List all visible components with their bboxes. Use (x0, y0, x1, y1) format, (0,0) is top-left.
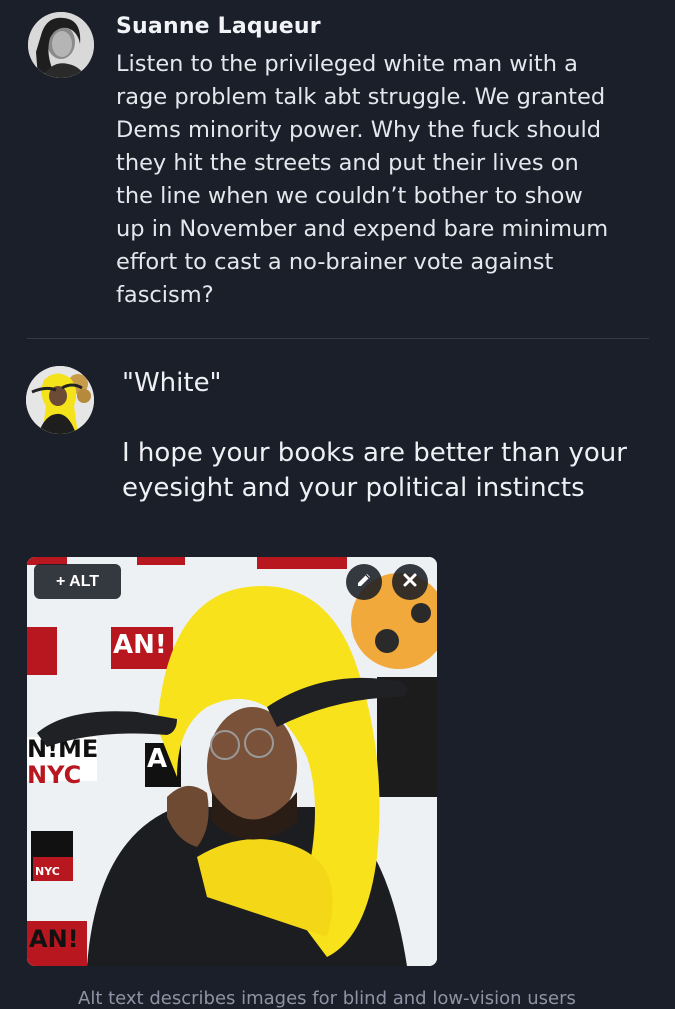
svg-text:NYC: NYC (35, 865, 60, 878)
reply-text-input[interactable]: "White" I hope your books are better tha… (122, 366, 662, 506)
svg-text:A: A (147, 744, 167, 774)
remove-image-button[interactable] (392, 564, 428, 600)
user-avatar (26, 366, 94, 434)
attached-image[interactable]: AN! N!ME NYC A NYC AN! + ALT (27, 557, 437, 966)
svg-text:AN!: AN! (113, 630, 167, 660)
add-alt-text-button[interactable]: + ALT (34, 564, 121, 599)
author-name[interactable]: Suanne Laqueur (116, 14, 321, 39)
author-avatar[interactable] (28, 12, 94, 78)
alt-text-hint: Alt text describes images for blind and … (78, 988, 576, 1009)
edit-image-button[interactable] (346, 564, 382, 600)
close-icon (402, 572, 418, 592)
svg-text:NYC: NYC (27, 761, 81, 789)
pencil-icon (355, 571, 373, 593)
post-text: Listen to the privileged white man with … (116, 51, 609, 308)
alt-button-label: + ALT (55, 572, 100, 590)
svg-text:AN!: AN! (29, 925, 79, 953)
divider (27, 338, 649, 339)
